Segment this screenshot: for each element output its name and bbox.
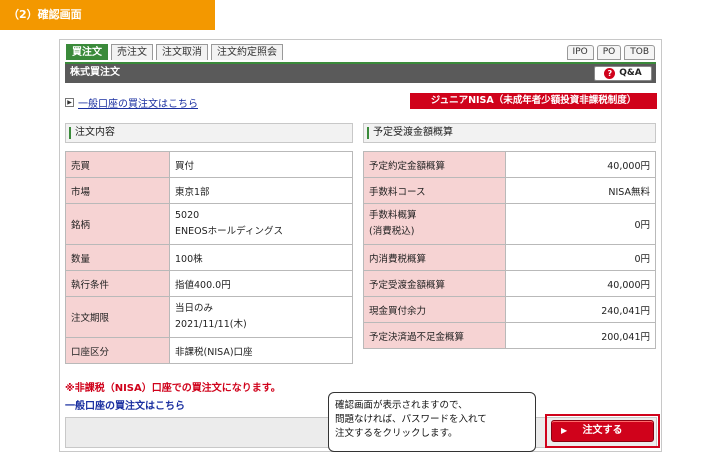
row-value: 東京1部 (169, 177, 353, 204)
order-window: 買注文 売注文 注文取消 注文約定照会 IPO PO TOB 株式買注文 ? Q… (59, 39, 662, 452)
page-title-bar: 株式買注文 ? Q&A (65, 62, 656, 83)
row-label: 売買 (65, 151, 170, 178)
order-details-heading: 注文内容 (65, 123, 353, 143)
row-label: 予定決済過不足金概算 (363, 322, 506, 349)
order-tabs: 買注文 売注文 注文取消 注文約定照会 (66, 44, 286, 60)
row-label: 数量 (65, 244, 170, 271)
stock-code: 5020 (175, 210, 200, 221)
row-label: 注文期限 (65, 296, 170, 338)
expiry-date: 2021/11/11(木) (175, 319, 247, 330)
callout-line: 注文するをクリックします。 (335, 428, 458, 439)
row-value: 40,000円 (505, 270, 656, 297)
row-value: 買付 (169, 151, 353, 178)
row-label: 予定受渡金額概算 (363, 270, 506, 297)
row-label: 現金買付余力 (363, 296, 506, 323)
tab-ipo[interactable]: IPO (566, 45, 594, 60)
row-value: 240,041円 (505, 296, 656, 323)
table-row: 売買 買付 (65, 151, 353, 178)
estimate-heading: 予定受渡金額概算 (363, 123, 656, 143)
qa-label: Q&A (619, 68, 642, 78)
row-label: 執行条件 (65, 270, 170, 297)
row-value: 40,000円 (505, 151, 656, 178)
order-details-table: 売買 買付 市場 東京1部 銘柄 5020 ENEOSホールディングス 数量 1… (65, 151, 353, 364)
submit-order-label: 注文する (582, 425, 623, 436)
tab-po[interactable]: PO (596, 45, 622, 60)
table-row: 市場 東京1部 (65, 177, 353, 204)
general-account-link[interactable]: 一般口座の買注文はこちら (78, 95, 198, 110)
row-label: 手数料概算 (消費税込) (363, 203, 506, 245)
qa-button[interactable]: ? Q&A (594, 66, 652, 81)
row-value: 0円 (505, 203, 656, 245)
row-label: 予定約定金額概算 (363, 151, 506, 178)
row-label: 手数料コース (363, 177, 506, 204)
row-label: 内消費税概算 (363, 244, 506, 271)
nisa-badge: ジュニアNISA（未成年者少額投資非課税制度） (410, 93, 657, 109)
table-row: 予定約定金額概算 40,000円 (363, 151, 656, 178)
table-row: 銘柄 5020 ENEOSホールディングス (65, 203, 353, 245)
general-account-link-row: ▶ 一般口座の買注文はこちら (65, 95, 198, 110)
right-tabs: IPO PO TOB (564, 45, 655, 60)
expiry-type: 当日のみ (175, 303, 214, 314)
table-row: 予定決済過不足金概算 200,041円 (363, 322, 656, 349)
table-row: 執行条件 指値400.0円 (65, 270, 353, 297)
row-label: 口座区分 (65, 337, 170, 364)
row-value: 200,041円 (505, 322, 656, 349)
stock-name: ENEOSホールディングス (175, 226, 283, 237)
estimate-table: 予定約定金額概算 40,000円 手数料コース NISA無料 手数料概算 (消費… (363, 151, 656, 349)
table-row: 手数料コース NISA無料 (363, 177, 656, 204)
fee-note: (消費税込) (369, 226, 415, 237)
table-row: 注文期限 当日のみ 2021/11/11(木) (65, 296, 353, 338)
row-value: NISA無料 (505, 177, 656, 204)
table-row: 手数料概算 (消費税込) 0円 (363, 203, 656, 245)
tab-tob[interactable]: TOB (624, 45, 655, 60)
tab-cancel-order[interactable]: 注文取消 (156, 44, 208, 60)
tab-sell-order[interactable]: 売注文 (111, 44, 153, 60)
row-value: 指値400.0円 (169, 270, 353, 297)
table-row: 数量 100株 (65, 244, 353, 271)
tab-order-inquiry[interactable]: 注文約定照会 (211, 44, 283, 60)
question-icon: ? (604, 68, 616, 79)
row-label: 銘柄 (65, 203, 170, 245)
callout-line: 問題なければ、パスワードを入れて (335, 414, 487, 425)
table-row: 口座区分 非課税(NISA)口座 (65, 337, 353, 364)
row-value: 非課税(NISA)口座 (169, 337, 353, 364)
table-row: 内消費税概算 0円 (363, 244, 656, 271)
row-value: 100株 (169, 244, 353, 271)
arrow-right-icon: ▶ (561, 426, 568, 435)
row-value: 0円 (505, 244, 656, 271)
row-value: 当日のみ 2021/11/11(木) (169, 296, 353, 338)
arrow-right-icon: ▶ (65, 98, 74, 107)
tab-buy-order[interactable]: 買注文 (66, 44, 108, 60)
callout-line: 確認画面が表示されますので、 (335, 400, 468, 411)
row-value: 5020 ENEOSホールディングス (169, 203, 353, 245)
fee-label: 手数料概算 (369, 210, 417, 221)
submit-order-button[interactable]: ▶ 注文する (551, 420, 654, 442)
table-row: 予定受渡金額概算 40,000円 (363, 270, 656, 297)
nisa-warning: ※非課税（NISA）口座での買注文になります。 (65, 383, 281, 394)
general-account-sublink[interactable]: 一般口座の買注文はこちら (65, 397, 185, 412)
table-row: 現金買付余力 240,041円 (363, 296, 656, 323)
step-title: （2）確認画面 (0, 0, 215, 30)
row-label: 市場 (65, 177, 170, 204)
instruction-callout: 確認画面が表示されますので、 問題なければ、パスワードを入れて 注文するをクリッ… (328, 392, 536, 452)
page-title: 株式買注文 (70, 67, 120, 78)
